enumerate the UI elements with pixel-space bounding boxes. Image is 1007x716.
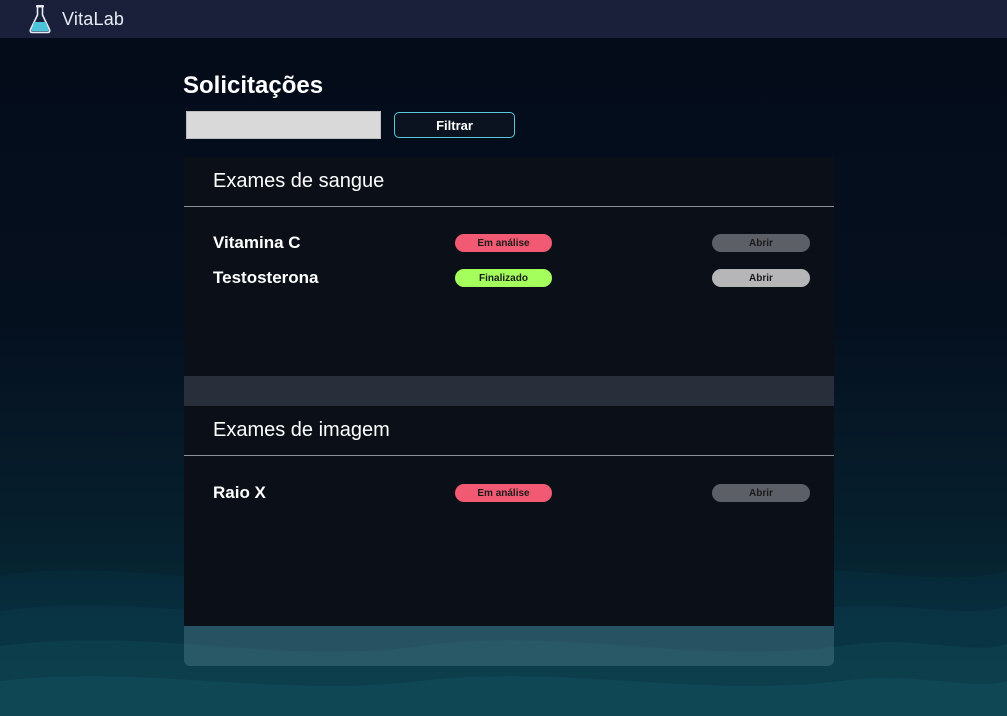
exam-row: Vitamina C Em análise Abrir [184,233,834,253]
open-button[interactable]: Abrir [712,484,810,502]
exam-name: Raio X [213,483,266,502]
blood-exams-header: Exames de sangue [184,157,834,207]
top-navbar: VitaLab [0,0,1007,38]
blood-exams-card: Exames de sangue Vitamina C Em análise A… [184,157,834,376]
open-button[interactable]: Abrir [712,234,810,252]
app-brand-name[interactable]: VitaLab [62,9,124,30]
status-badge: Finalizado [455,269,552,287]
card-footer [184,626,834,666]
exam-row: Testosterona Finalizado Abrir [184,268,834,288]
status-badge: Em análise [455,234,552,252]
status-badge: Em análise [455,484,552,502]
section-title: Exames de sangue [213,170,385,192]
section-separator [184,376,834,406]
filter-input[interactable] [186,111,381,139]
filter-button[interactable]: Filtrar [394,112,515,138]
open-button[interactable]: Abrir [712,269,810,287]
page-title: Solicitações [183,72,324,99]
exam-row: Raio X Em análise Abrir [184,483,834,503]
exam-name: Testosterona [213,268,319,287]
section-title: Exames de imagem [213,419,390,441]
image-exams-card: Exames de imagem Raio X Em análise Abrir [184,406,834,626]
image-exams-header: Exames de imagem [184,406,834,456]
exam-name: Vitamina C [213,233,301,252]
flask-icon [29,5,51,34]
